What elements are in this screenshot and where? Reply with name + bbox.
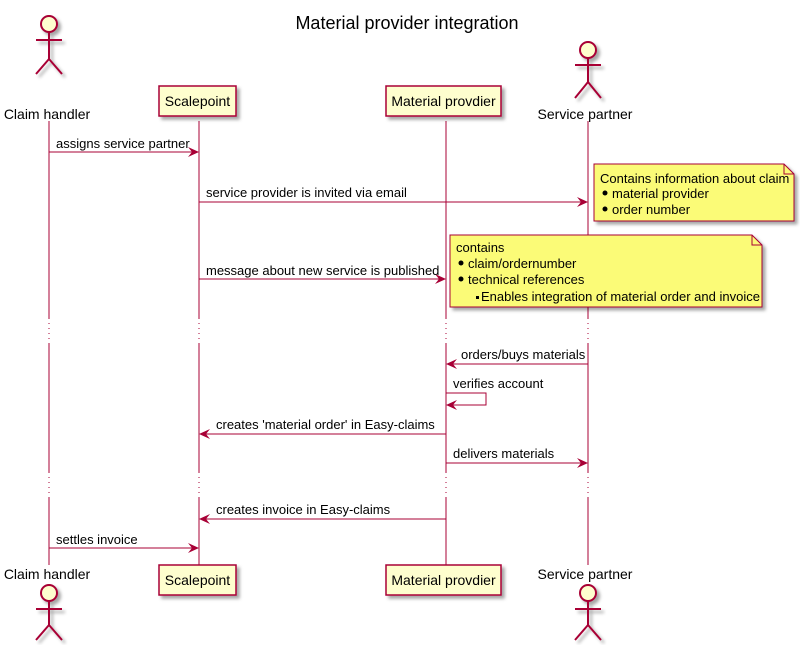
message-delivers-materials[interactable]: delivers materials <box>446 446 588 468</box>
participant-scalepoint-top[interactable]: Scalepoint <box>158 85 237 117</box>
participant-label: Service partner <box>538 106 633 122</box>
actor-icon <box>35 584 63 641</box>
message-settles-invoice[interactable]: settles invoice <box>49 532 199 553</box>
message-creates-invoice[interactable]: creates invoice in Easy-claims <box>199 502 446 524</box>
message-label: service provider is invited via email <box>206 185 407 200</box>
message-label: assigns service partner <box>56 136 190 151</box>
participant-label: Material provdier <box>391 572 496 588</box>
participant-material-provider-bottom[interactable]: Material provdier <box>385 564 502 596</box>
note-claim-information[interactable]: Contains information about claim materia… <box>593 163 795 222</box>
message-label: verifies account <box>453 376 544 391</box>
note-bullet: technical references <box>468 272 585 287</box>
diagram-title: Material provider integration <box>295 13 518 33</box>
messages: assigns service partner service provider… <box>49 136 588 553</box>
note-sub-bullet: Enables integration of material order an… <box>481 289 760 304</box>
message-orders-buys-materials[interactable]: orders/buys materials <box>446 347 588 369</box>
actor-icon <box>574 41 602 99</box>
note-bullet: material provider <box>612 186 709 201</box>
message-label: delivers materials <box>453 446 555 461</box>
note-published-message-contents[interactable]: contains claim/ordernumber technical ref… <box>449 234 763 308</box>
actor-icon <box>574 584 602 641</box>
participant-label: Scalepoint <box>165 572 230 588</box>
participant-scalepoint-bottom[interactable]: Scalepoint <box>158 564 237 596</box>
message-assigns-service-partner[interactable]: assigns service partner <box>49 136 199 157</box>
sub-bullet-icon <box>476 296 479 299</box>
message-new-service-published[interactable]: message about new service is published <box>199 263 446 284</box>
message-label: orders/buys materials <box>461 347 586 362</box>
message-verifies-account[interactable]: verifies account <box>446 376 544 410</box>
message-label: creates 'material order' in Easy-claims <box>216 417 435 432</box>
bullet-icon <box>602 190 608 196</box>
bullet-icon <box>458 276 464 282</box>
message-label: creates invoice in Easy-claims <box>216 502 391 517</box>
sequence-diagram: Material provider integration Claim hand… <box>4 13 795 641</box>
participant-service-partner-top[interactable]: Service partner <box>538 41 633 122</box>
message-label: settles invoice <box>56 532 138 547</box>
note-bullet: claim/ordernumber <box>468 256 577 271</box>
note-heading: contains <box>456 240 505 255</box>
participant-label: Material provdier <box>391 93 496 109</box>
participant-label: Claim handler <box>4 106 91 122</box>
participant-service-partner-bottom[interactable]: Service partner <box>538 566 633 641</box>
message-service-provider-invited[interactable]: service provider is invited via email <box>199 185 588 207</box>
participant-label: Scalepoint <box>165 93 230 109</box>
participant-claim-handler-bottom[interactable]: Claim handler <box>4 566 91 641</box>
note-bullet: order number <box>612 202 691 217</box>
participant-claim-handler-top[interactable]: Claim handler <box>4 15 91 122</box>
participant-material-provider-top[interactable]: Material provdier <box>385 85 502 117</box>
participant-label: Claim handler <box>4 566 91 582</box>
participant-label: Service partner <box>538 566 633 582</box>
bullet-icon <box>602 206 608 212</box>
bullet-icon <box>458 260 464 266</box>
actor-icon <box>35 15 63 75</box>
note-heading: Contains information about claim <box>600 171 789 186</box>
message-label: message about new service is published <box>206 263 439 278</box>
message-creates-material-order[interactable]: creates 'material order' in Easy-claims <box>199 417 446 439</box>
